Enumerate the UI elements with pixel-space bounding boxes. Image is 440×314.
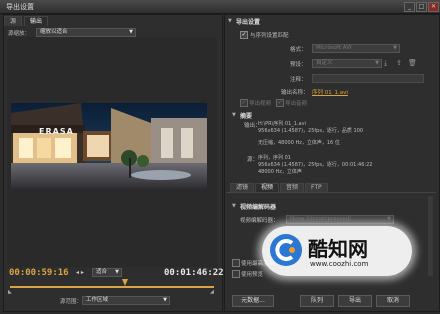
use-preview-checkbox[interactable] — [232, 270, 240, 278]
summary-output-line: H:\PR\序列 01_1.avi — [258, 121, 306, 127]
export-video-checkbox[interactable]: ✓ — [240, 99, 248, 107]
chevron-down-icon: ▼ — [387, 216, 391, 222]
divider — [226, 192, 436, 193]
tab-ftp[interactable]: FTP — [305, 183, 328, 192]
chevron-down-icon: ▼ — [115, 269, 119, 275]
video-preview-frame: ERASA — [11, 103, 207, 190]
summary-source-line: 序列，序列 01 — [258, 155, 291, 161]
preview-image — [11, 103, 207, 190]
source-range-value: 工作区域 — [86, 297, 109, 303]
chevron-down-icon: ▼ — [393, 45, 397, 51]
source-range-label: 源范围： — [60, 299, 83, 305]
watermark-logo-icon — [275, 239, 295, 261]
tab-video[interactable]: 视频 — [255, 183, 280, 192]
export-audio-checkbox[interactable]: ✓ — [276, 99, 284, 107]
tab-output[interactable]: 输出 — [24, 16, 49, 26]
summary-title: 摘要 — [240, 113, 253, 120]
in-point-icon[interactable]: ◣ — [8, 289, 12, 295]
summary-source-label: 源： — [247, 157, 259, 163]
delete-preset-icon[interactable]: 🗑 — [408, 59, 417, 67]
scrollbar[interactable] — [428, 196, 433, 276]
work-area-bar[interactable] — [10, 286, 214, 288]
format-select[interactable]: Microsoft AVI ▼ — [312, 44, 400, 53]
match-sequence-checkbox[interactable]: ✓ — [240, 31, 248, 39]
source-scaling-value: 缩放以适合 — [40, 29, 68, 35]
cancel-button[interactable]: 取消 — [376, 295, 410, 307]
chevron-down-icon: ▼ — [163, 297, 167, 303]
summary-output-text: H:\PR\序列 01_1.avi 956x634 (1.4587)，25fps… — [258, 121, 363, 147]
export-button[interactable]: 导出 — [338, 295, 372, 307]
tab-source[interactable]: 源 — [4, 16, 23, 26]
preset-select[interactable]: 自定义 ▼ — [312, 59, 382, 68]
export-audio-label: 导出音频 — [285, 101, 308, 107]
queue-button[interactable]: 队列 — [300, 295, 334, 307]
video-codec-section-title: 视频编解码器 — [240, 204, 277, 211]
maximize-button[interactable]: □ — [416, 2, 427, 12]
fit-value: 适合 — [96, 269, 108, 275]
comment-label: 注释： — [290, 77, 307, 83]
collapse-triangle-icon[interactable]: ▼ — [232, 203, 236, 209]
watermark-logo — [270, 234, 302, 266]
source-range-select[interactable]: 工作区域 ▼ — [82, 296, 170, 305]
watermark-brand: 酷知网 — [308, 237, 368, 261]
summary-output-line: 956x634 (1.4587)，25fps，逐行，品质 100 — [258, 128, 364, 134]
video-codec-label: 视频编解码器： — [240, 218, 279, 224]
preset-label: 预设： — [290, 62, 307, 68]
watermark-url: www.coozhi.com — [310, 260, 369, 268]
source-scaling-select[interactable]: 缩放以适合 ▼ — [36, 28, 136, 37]
timecode-duration: 00:01:46:22 — [164, 268, 224, 278]
collapse-triangle-icon[interactable]: ▼ — [228, 18, 232, 24]
output-name-label: 输出名称： — [281, 90, 309, 96]
import-preset-icon[interactable]: ⇪ — [396, 59, 402, 67]
summary-source-line: 48000 Hz，立体声 — [258, 169, 302, 175]
output-name-link[interactable]: 序列 01_1.avi — [312, 88, 348, 96]
video-codec-value: None (Uncompressed) — [290, 216, 352, 222]
out-point-icon[interactable]: ◢ — [210, 289, 214, 295]
storefront-sign: ERASA — [39, 127, 74, 136]
export-settings-title: 导出设置 — [236, 19, 261, 26]
video-codec-select[interactable]: None (Uncompressed) ▼ — [286, 215, 394, 224]
match-sequence-label: 与序列设置匹配 — [250, 33, 289, 39]
chevron-down-icon: ▼ — [375, 60, 379, 66]
summary-output-line: 无压缩，48000 Hz，立体声，16 位 — [258, 140, 340, 146]
comment-input[interactable] — [312, 74, 424, 83]
max-render-checkbox[interactable] — [232, 259, 240, 267]
fit-select[interactable]: 适合 ▼ — [92, 268, 122, 277]
step-back-icon[interactable]: ◂ ▸ — [76, 269, 84, 276]
chevron-down-icon: ▼ — [129, 29, 133, 35]
metadata-button[interactable]: 元数据... — [232, 295, 274, 307]
tab-audio[interactable]: 音频 — [280, 183, 305, 192]
format-value: Microsoft AVI — [316, 45, 352, 51]
tab-filters[interactable]: 滤镜 — [230, 183, 255, 192]
close-button[interactable]: ✕ — [428, 2, 439, 12]
collapse-triangle-icon[interactable]: ▼ — [232, 112, 236, 118]
timecode-in[interactable]: 00:00:59:16 — [9, 268, 69, 278]
title-bar: 导出设置 _ □ ✕ — [0, 0, 440, 14]
minimize-button[interactable]: _ — [404, 2, 415, 12]
format-label: 格式： — [290, 47, 307, 53]
export-video-label: 导出视频 — [249, 101, 272, 107]
summary-source-line: 956x634 (1.4587)，25fps，逐行，00:01:46:22 — [258, 162, 373, 168]
preset-value: 自定义 — [316, 60, 333, 66]
save-preset-icon[interactable]: ⤓ — [384, 59, 387, 68]
window-title: 导出设置 — [6, 3, 34, 11]
watermark: 酷知网 www.coozhi.com — [262, 226, 412, 276]
use-preview-label: 使用预览 — [241, 272, 264, 278]
source-scaling-label: 源缩放： — [8, 31, 31, 37]
summary-source-text: 序列，序列 01 956x634 (1.4587)，25fps，逐行，00:01… — [258, 155, 372, 176]
